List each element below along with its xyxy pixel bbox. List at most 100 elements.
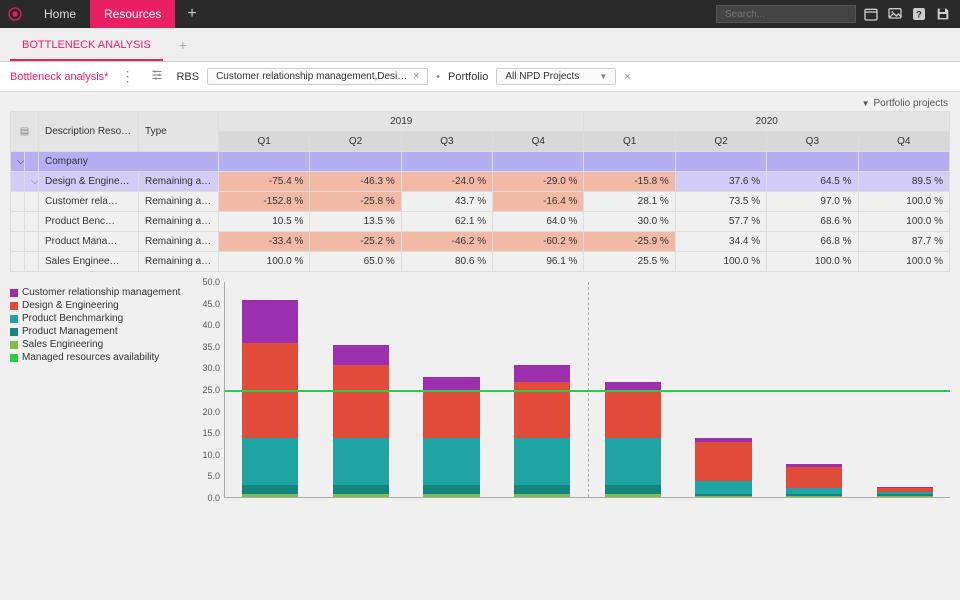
expand-header[interactable]: ▤	[11, 112, 39, 152]
legend-item[interactable]: Sales Engineering	[10, 338, 190, 351]
portfolio-selector[interactable]: All NPD Projects ▼	[496, 68, 616, 85]
year-2020[interactable]: 2020	[584, 112, 950, 132]
cell-value: 34.4 %	[675, 232, 766, 252]
filterbar: Bottleneck analysis* ⋮ RBS Customer rela…	[0, 62, 960, 92]
legend-item[interactable]: Product Benchmarking	[10, 312, 190, 325]
col-header-q[interactable]: Q4	[858, 132, 949, 152]
cell-value: 80.6 %	[401, 252, 492, 272]
col-header-type[interactable]: Type	[139, 112, 219, 152]
portfolio-projects-toggle[interactable]: ▼Portfolio projects	[0, 92, 960, 111]
calendar-icon[interactable]	[862, 5, 880, 23]
table-row[interactable]: Customer rela…Remaining availa…-152.8 %-…	[11, 192, 950, 212]
col-header-q[interactable]: Q4	[493, 132, 584, 152]
legend-label: Customer relationship management	[22, 287, 180, 298]
cell-value: 100.0 %	[767, 252, 858, 272]
cell-value: 28.1 %	[584, 192, 675, 212]
bar-segment	[333, 485, 389, 494]
row-name: Customer rela…	[39, 192, 139, 212]
save-icon[interactable]	[934, 5, 952, 23]
col-header-q[interactable]: Q2	[310, 132, 401, 152]
y-tick: 45.0	[202, 299, 220, 309]
col-header-q[interactable]: Q2	[675, 132, 766, 152]
portfolio-label: Portfolio	[448, 71, 488, 83]
table-row[interactable]: Product Mana…Remaining availa…-33.4 %-25…	[11, 232, 950, 252]
cell-value: 43.7 %	[401, 192, 492, 212]
table-row[interactable]: Product Benc…Remaining availa…10.5 %13.5…	[11, 212, 950, 232]
cell-value: 100.0 %	[858, 212, 949, 232]
table-row[interactable]: Sales Enginee…Remaining availa…100.0 %65…	[11, 252, 950, 272]
cell-value: 68.6 %	[767, 212, 858, 232]
y-tick: 15.0	[202, 428, 220, 438]
help-icon[interactable]: ?	[910, 5, 928, 23]
portfolio-clear[interactable]: ×	[624, 71, 630, 83]
expand-icon[interactable]: ⌵	[11, 152, 25, 172]
nav-home[interactable]: Home	[30, 0, 90, 28]
search-input[interactable]	[716, 5, 856, 23]
legend-item[interactable]: Managed resources availability	[10, 351, 190, 364]
portfolio-value: All NPD Projects	[505, 71, 579, 82]
group-label: Design & Engineering	[39, 172, 139, 192]
chevron-down-icon: ▼	[599, 72, 607, 81]
legend-item[interactable]: Customer relationship management	[10, 286, 190, 299]
cell-value: 30.0 %	[584, 212, 675, 232]
y-tick: 25.0	[202, 385, 220, 395]
list-settings-icon[interactable]	[146, 68, 168, 85]
logo-icon	[7, 6, 23, 22]
bar-segment	[695, 442, 751, 481]
y-axis: 0.05.010.015.020.025.030.035.040.045.050…	[190, 282, 224, 498]
rbs-label: RBS	[176, 71, 199, 83]
svg-text:?: ?	[916, 9, 922, 19]
col-header-desc[interactable]: Description Resource	[39, 112, 139, 152]
rbs-clear[interactable]: ×	[413, 71, 419, 82]
cell-value: -25.2 %	[310, 232, 401, 252]
year-2019[interactable]: 2019	[219, 112, 584, 132]
data-table: ▤ Description Resource Type 2019 2020 Q1…	[10, 111, 950, 272]
subtab-bottleneck[interactable]: BOTTLENECK ANALYSIS	[10, 31, 163, 61]
y-tick: 40.0	[202, 320, 220, 330]
image-icon[interactable]	[886, 5, 904, 23]
legend-swatch	[10, 315, 18, 323]
legend-swatch	[10, 341, 18, 349]
expand-icon[interactable]: ⌵	[25, 172, 39, 192]
subtabs: BOTTLENECK ANALYSIS +	[0, 28, 960, 62]
bar-segment	[333, 345, 389, 364]
row-type: Remaining availa…	[139, 212, 219, 232]
year-header-row: ▤ Description Resource Type 2019 2020	[11, 112, 950, 132]
cell-value: 87.7 %	[858, 232, 949, 252]
nav-add-tab[interactable]: +	[175, 0, 208, 28]
company-label: Company	[39, 152, 219, 172]
subtab-add[interactable]: +	[169, 29, 197, 61]
company-row[interactable]: ⌵ Company	[11, 152, 950, 172]
row-type: Remaining availa…	[139, 252, 219, 272]
col-header-q[interactable]: Q1	[584, 132, 675, 152]
rbs-selector[interactable]: Customer relationship management,Desi… ×	[207, 68, 428, 85]
bar-segment	[514, 494, 570, 497]
legend-item[interactable]: Design & Engineering	[10, 299, 190, 312]
bar-segment	[423, 390, 479, 437]
cell-value: 96.1 %	[493, 252, 584, 272]
nav-resources[interactable]: Resources	[90, 0, 175, 28]
row-name: Product Benc…	[39, 212, 139, 232]
cell-value: 66.8 %	[767, 232, 858, 252]
bar-segment	[333, 365, 389, 438]
col-header-q[interactable]: Q3	[401, 132, 492, 152]
col-header-q[interactable]: Q1	[219, 132, 310, 152]
legend-label: Design & Engineering	[22, 300, 119, 311]
bar-segment	[695, 481, 751, 494]
bar-segment	[514, 365, 570, 382]
cell-value: 65.0 %	[310, 252, 401, 272]
row-name: Product Mana…	[39, 232, 139, 252]
analysis-name[interactable]: Bottleneck analysis*	[10, 71, 108, 83]
cell-value: -60.2 %	[493, 232, 584, 252]
bar-segment	[695, 496, 751, 497]
legend-item[interactable]: Product Management	[10, 325, 190, 338]
legend-label: Product Benchmarking	[22, 313, 123, 324]
y-tick: 0.0	[207, 493, 220, 503]
cell-value: 64.0 %	[493, 212, 584, 232]
kebab-menu[interactable]: ⋮	[116, 68, 138, 85]
chart-area: Customer relationship management Design &…	[0, 282, 960, 512]
group-row[interactable]: ⌵Design & EngineeringRemaining availa…-7…	[11, 172, 950, 192]
col-header-q[interactable]: Q3	[767, 132, 858, 152]
cell-value: 100.0 %	[219, 252, 310, 272]
y-tick: 10.0	[202, 450, 220, 460]
